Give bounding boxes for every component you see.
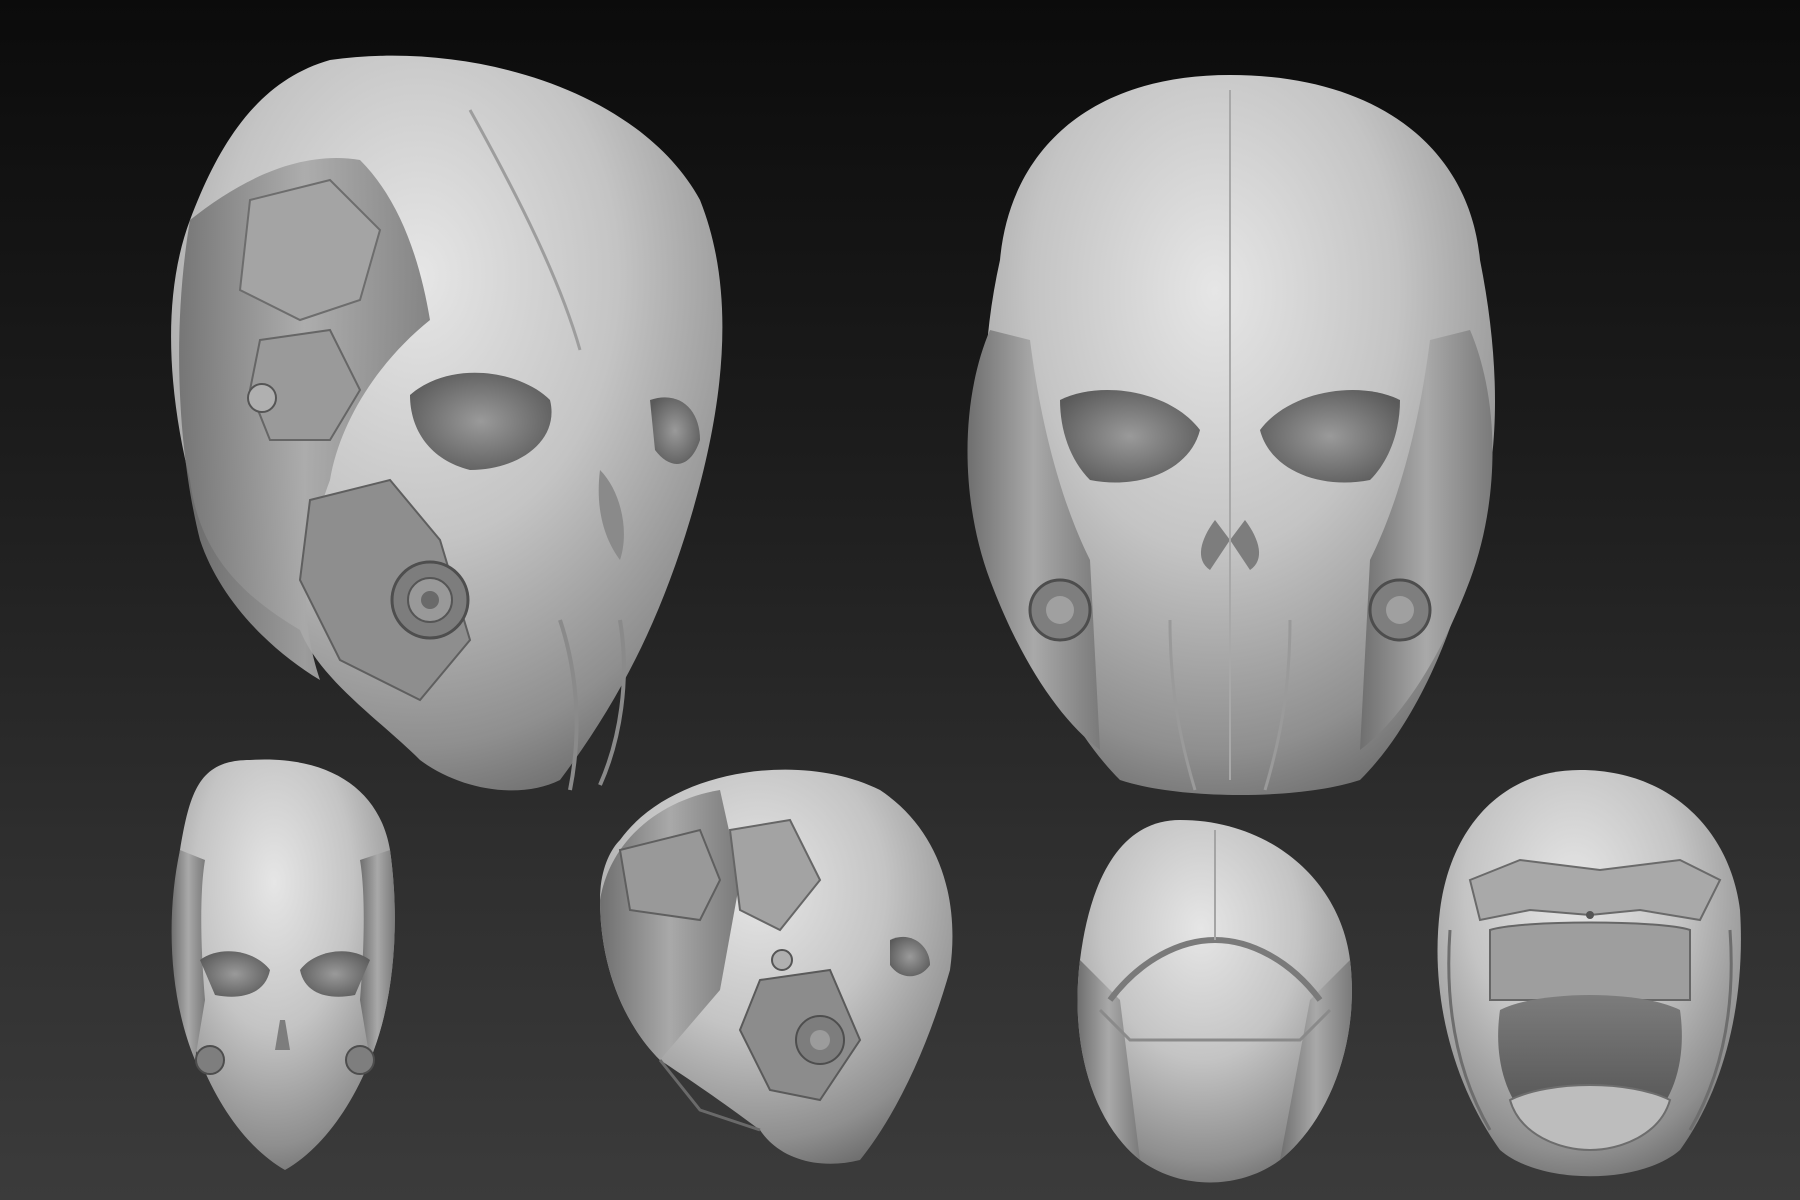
mask-view-underside xyxy=(1437,770,1741,1177)
render-viewport xyxy=(0,0,1800,1200)
mask-view-side xyxy=(600,769,953,1164)
mask-view-front xyxy=(967,75,1495,795)
mask-view-top xyxy=(1077,820,1352,1183)
mask-renders xyxy=(171,55,1741,1183)
mask-view-front-small xyxy=(171,759,395,1170)
mask-view-three-quarter xyxy=(171,55,723,791)
